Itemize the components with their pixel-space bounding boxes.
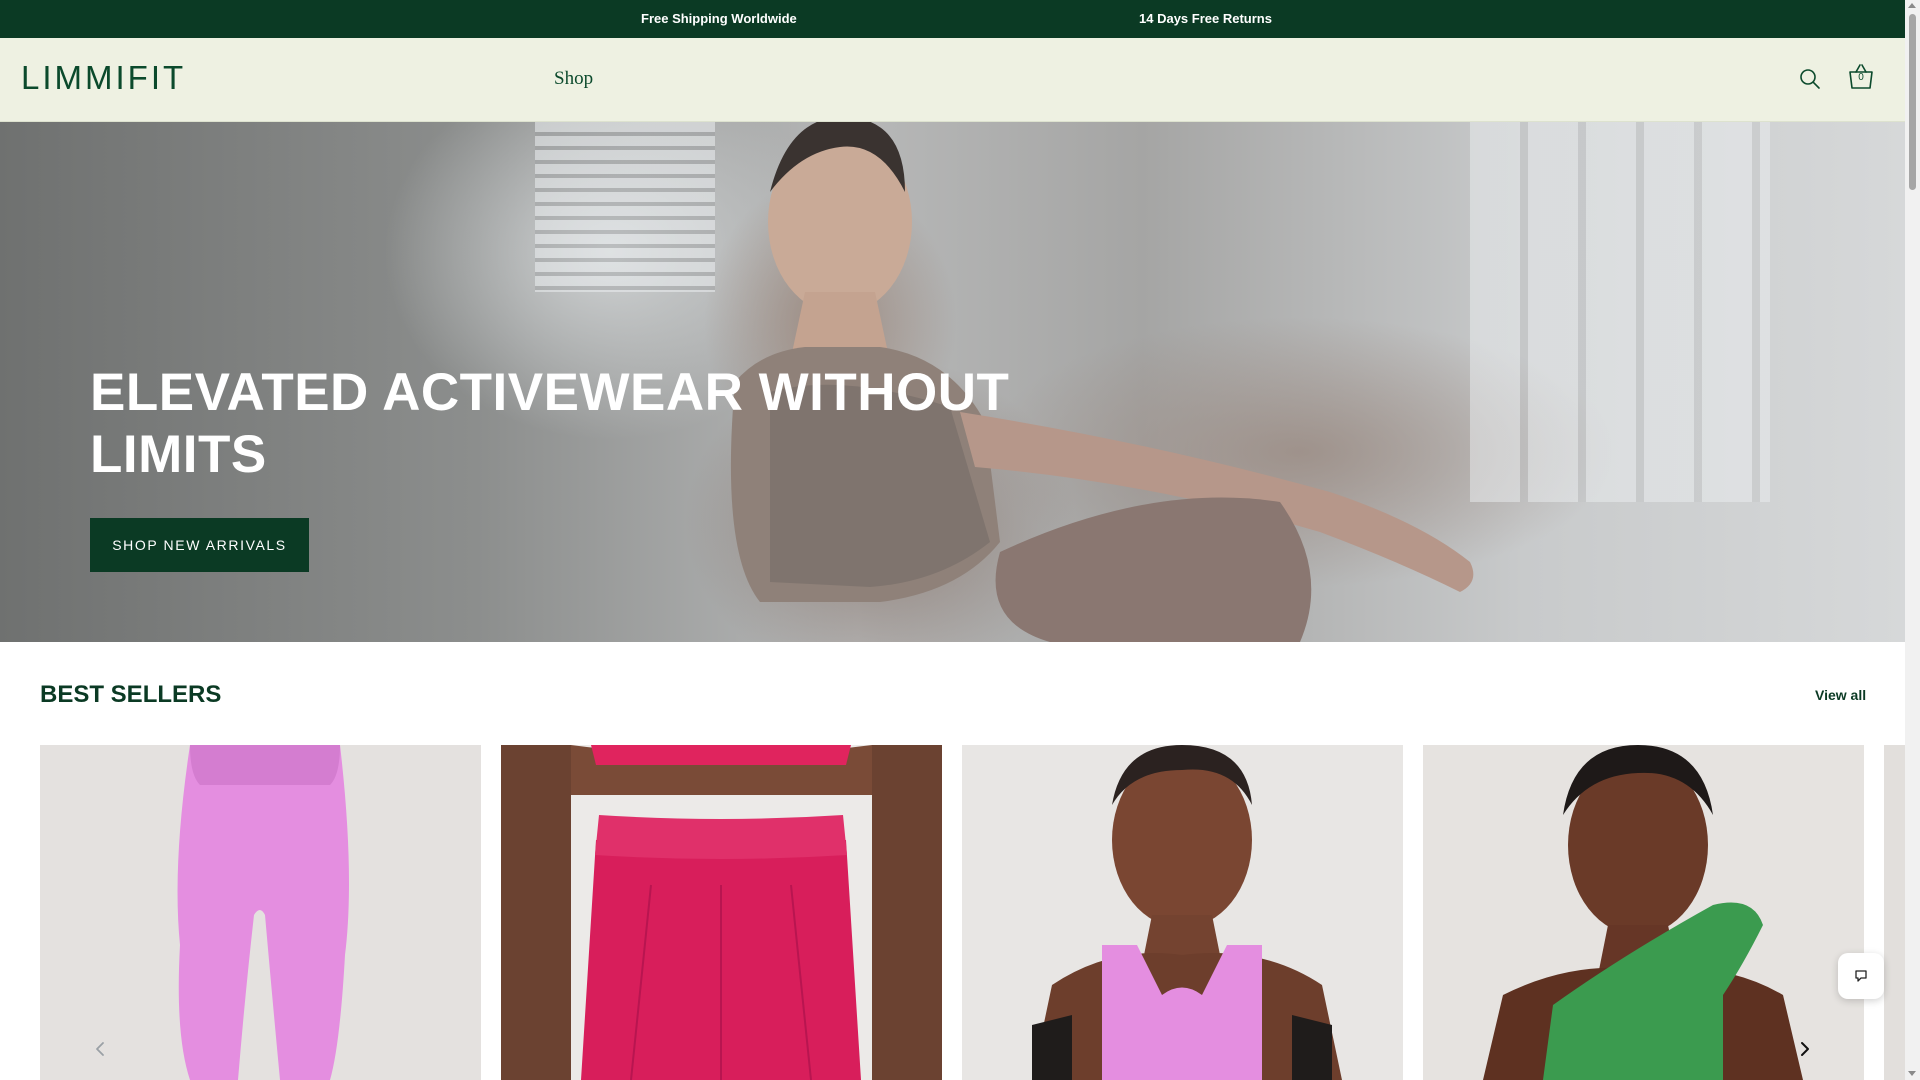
announcement-free-shipping: Free Shipping Worldwide (641, 11, 797, 26)
view-all-link[interactable]: View all (1815, 684, 1866, 706)
announcement-bar: Free Shipping Worldwide 14 Days Free Ret… (0, 0, 1905, 38)
product-image-sports-bra (1032, 745, 1342, 1080)
scroll-down-arrow-icon[interactable] (1908, 1071, 1916, 1076)
product-card[interactable] (1423, 745, 1864, 1080)
hero-banner: ELEVATED ACTIVEWEAR WITHOUT LIMITS SHOP … (0, 122, 1905, 642)
product-card[interactable] (962, 745, 1403, 1080)
product-image-leggings (177, 745, 349, 1080)
page-scrollbar[interactable] (1905, 0, 1920, 1080)
product-card-partial[interactable] (1884, 745, 1905, 1080)
carousel-prev-button[interactable] (82, 1031, 118, 1067)
product-image-skirt (501, 745, 942, 1080)
chevron-right-icon (1801, 1042, 1809, 1056)
scroll-thumb[interactable] (1909, 14, 1916, 190)
hero-title: ELEVATED ACTIVEWEAR WITHOUT LIMITS (90, 363, 1010, 484)
shop-new-arrivals-button[interactable]: SHOP NEW ARRIVALS (90, 518, 309, 572)
logo[interactable]: LIMMIFIT (21, 58, 186, 98)
product-card[interactable] (501, 745, 942, 1080)
carousel-next-button[interactable] (1787, 1031, 1823, 1067)
product-card[interactable] (40, 745, 481, 1080)
announcement-free-returns: 14 Days Free Returns (1139, 11, 1272, 26)
chat-icon (1855, 970, 1867, 982)
site-header: LIMMIFIT Shop 0 (0, 38, 1905, 122)
chat-button[interactable] (1838, 953, 1884, 999)
best-sellers-title: BEST SELLERS (40, 681, 222, 708)
nav-shop-link[interactable]: Shop (554, 67, 593, 91)
cart-count: 0 (1858, 72, 1864, 83)
product-image-green-top (1483, 745, 1803, 1080)
scroll-up-arrow-icon[interactable] (1908, 3, 1916, 8)
chevron-left-icon (96, 1042, 104, 1056)
search-icon[interactable] (1798, 67, 1822, 91)
